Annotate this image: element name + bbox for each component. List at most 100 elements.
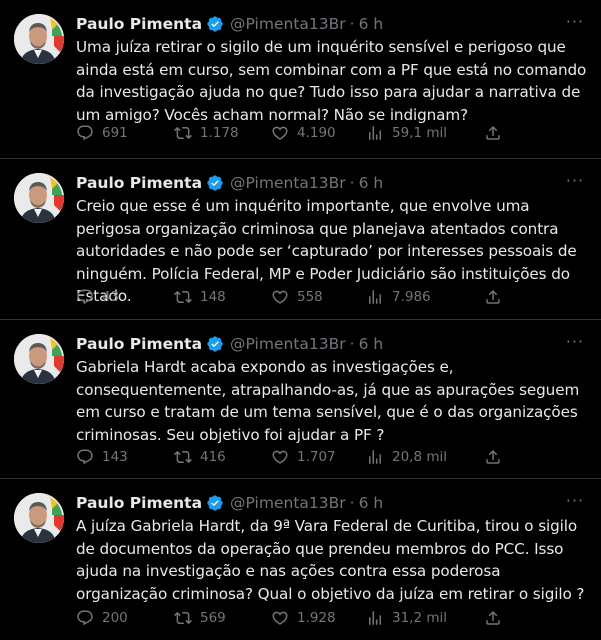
author-handle[interactable]: @Pimenta13Br bbox=[230, 335, 346, 353]
tweet[interactable]: Paulo Pimenta @Pimenta13Br · 6 h ··· Uma… bbox=[0, 0, 601, 159]
tweet-header: Paulo Pimenta @Pimenta13Br · 6 h bbox=[76, 172, 561, 194]
author-handle[interactable]: @Pimenta13Br bbox=[230, 174, 346, 192]
tweet-header: Paulo Pimenta @Pimenta13Br · 6 h bbox=[76, 333, 561, 355]
repost-icon bbox=[174, 126, 192, 140]
reply-icon bbox=[77, 289, 93, 305]
like-button[interactable]: 1.928 bbox=[271, 608, 336, 628]
tweet[interactable]: Paulo Pimenta @Pimenta13Br · 6 h ··· Gab… bbox=[0, 320, 601, 479]
action-bar: 43 148 558 7.986 bbox=[76, 287, 587, 307]
tweet[interactable]: Paulo Pimenta @Pimenta13Br · 6 h ··· A j… bbox=[0, 479, 601, 640]
separator-dot: · bbox=[349, 174, 355, 192]
views-button[interactable]: 59,1 mil bbox=[366, 123, 447, 143]
verified-badge-icon bbox=[207, 16, 223, 32]
like-count: 1.928 bbox=[297, 610, 336, 626]
author-name[interactable]: Paulo Pimenta bbox=[76, 335, 202, 353]
more-options-icon[interactable]: ··· bbox=[565, 491, 585, 511]
reply-button[interactable]: 200 bbox=[76, 608, 128, 628]
like-count: 1.707 bbox=[297, 449, 336, 465]
views-chart-icon bbox=[369, 126, 381, 140]
author-name[interactable]: Paulo Pimenta bbox=[76, 494, 202, 512]
views-count: 7.986 bbox=[392, 289, 431, 305]
reply-icon bbox=[77, 610, 93, 626]
repost-button[interactable]: 1.178 bbox=[174, 123, 239, 143]
reply-button[interactable]: 691 bbox=[76, 123, 128, 143]
reply-button[interactable]: 143 bbox=[76, 447, 128, 467]
avatar[interactable] bbox=[14, 334, 64, 384]
avatar[interactable] bbox=[14, 173, 64, 223]
timestamp[interactable]: 6 h bbox=[359, 174, 384, 192]
views-chart-icon bbox=[369, 450, 381, 464]
tweet-text: Uma juíza retirar o sigilo de um inquéri… bbox=[76, 38, 587, 124]
views-button[interactable]: 20,8 mil bbox=[366, 447, 447, 467]
share-icon bbox=[486, 289, 500, 304]
verified-badge-icon bbox=[207, 495, 223, 511]
more-options-icon[interactable]: ··· bbox=[565, 332, 585, 352]
heart-icon bbox=[272, 126, 288, 140]
views-count: 59,1 mil bbox=[392, 125, 448, 141]
timestamp[interactable]: 6 h bbox=[359, 335, 384, 353]
reply-count: 143 bbox=[102, 449, 128, 465]
share-icon bbox=[486, 449, 500, 464]
like-button[interactable]: 1.707 bbox=[271, 447, 336, 467]
separator-dot: · bbox=[349, 15, 355, 33]
views-button[interactable]: 7.986 bbox=[366, 287, 431, 307]
repost-count: 1.178 bbox=[200, 125, 239, 141]
reply-button[interactable]: 43 bbox=[76, 287, 119, 307]
author-handle[interactable]: @Pimenta13Br bbox=[230, 494, 346, 512]
share-button[interactable] bbox=[484, 447, 510, 467]
repost-count: 569 bbox=[200, 610, 226, 626]
author-name[interactable]: Paulo Pimenta bbox=[76, 15, 202, 33]
reply-icon bbox=[77, 449, 93, 465]
reply-count: 200 bbox=[102, 610, 128, 626]
tweet-text: Gabriela Hardt acaba expondo as investig… bbox=[76, 358, 580, 444]
like-button[interactable]: 4.190 bbox=[271, 123, 336, 143]
views-chart-icon bbox=[369, 611, 381, 625]
avatar-image bbox=[14, 493, 64, 543]
repost-icon bbox=[174, 290, 192, 304]
author-handle[interactable]: @Pimenta13Br bbox=[230, 15, 346, 33]
repost-button[interactable]: 416 bbox=[174, 447, 226, 467]
views-count: 31,2 mil bbox=[392, 610, 448, 626]
share-button[interactable] bbox=[484, 123, 510, 143]
more-options-icon[interactable]: ··· bbox=[565, 171, 585, 191]
separator-dot: · bbox=[349, 494, 355, 512]
avatar[interactable] bbox=[14, 14, 64, 64]
views-chart-icon bbox=[369, 290, 381, 304]
like-button[interactable]: 558 bbox=[271, 287, 323, 307]
repost-count: 416 bbox=[200, 449, 226, 465]
author-name[interactable]: Paulo Pimenta bbox=[76, 174, 202, 192]
heart-icon bbox=[272, 290, 288, 304]
views-button[interactable]: 31,2 mil bbox=[366, 608, 447, 628]
tweet[interactable]: Paulo Pimenta @Pimenta13Br · 6 h ··· Cre… bbox=[0, 159, 601, 320]
repost-icon bbox=[174, 450, 192, 464]
action-bar: 691 1.178 4.190 59,1 mil bbox=[76, 123, 587, 143]
share-icon bbox=[486, 610, 500, 625]
share-button[interactable] bbox=[484, 287, 510, 307]
verified-badge-icon bbox=[207, 175, 223, 191]
reply-icon bbox=[77, 125, 93, 141]
action-bar: 143 416 1.707 20,8 mil bbox=[76, 447, 587, 467]
repost-icon bbox=[174, 611, 192, 625]
share-button[interactable] bbox=[484, 608, 510, 628]
heart-icon bbox=[272, 450, 288, 464]
repost-count: 148 bbox=[200, 289, 226, 305]
tweet-feed: Paulo Pimenta @Pimenta13Br · 6 h ··· Uma… bbox=[0, 0, 601, 640]
avatar-image bbox=[14, 173, 64, 223]
timestamp[interactable]: 6 h bbox=[359, 494, 384, 512]
verified-badge-icon bbox=[207, 336, 223, 352]
avatar-image bbox=[14, 334, 64, 384]
reply-count: 691 bbox=[102, 125, 128, 141]
tweet-text: A juíza Gabriela Hardt, da 9ª Vara Feder… bbox=[76, 517, 585, 603]
repost-button[interactable]: 569 bbox=[174, 608, 226, 628]
avatar-image bbox=[14, 14, 64, 64]
tweet-header: Paulo Pimenta @Pimenta13Br · 6 h bbox=[76, 13, 561, 35]
repost-button[interactable]: 148 bbox=[174, 287, 226, 307]
avatar[interactable] bbox=[14, 493, 64, 543]
timestamp[interactable]: 6 h bbox=[359, 15, 384, 33]
like-count: 4.190 bbox=[297, 125, 336, 141]
heart-icon bbox=[272, 611, 288, 625]
reply-count: 43 bbox=[102, 289, 120, 305]
share-icon bbox=[486, 125, 500, 140]
action-bar: 200 569 1.928 31,2 mil bbox=[76, 608, 587, 628]
more-options-icon[interactable]: ··· bbox=[565, 12, 585, 32]
